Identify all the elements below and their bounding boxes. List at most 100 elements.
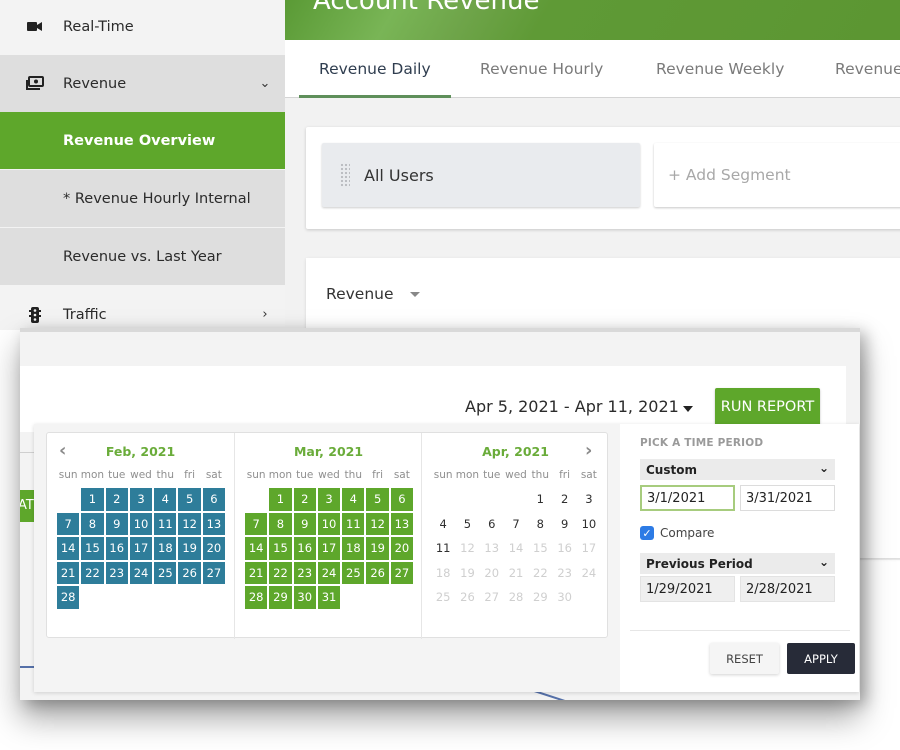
calendar-day[interactable]: 12 <box>177 511 202 536</box>
calendar-day[interactable]: 4 <box>431 512 455 537</box>
weekday-label: thu <box>344 469 362 481</box>
calendar-day[interactable]: 22 <box>80 560 105 585</box>
calendar-day[interactable]: 5 <box>365 487 390 512</box>
end-date-input[interactable]: 3/31/2021 <box>740 485 835 511</box>
calendar-day[interactable]: 17 <box>316 536 342 561</box>
segment-all-users[interactable]: All Users <box>322 143 640 207</box>
calendar-day[interactable]: 11 <box>153 511 178 536</box>
drag-handle-icon[interactable] <box>340 163 350 187</box>
calendar-day[interactable]: 2 <box>292 487 317 512</box>
calendar-day[interactable]: 3 <box>128 487 154 512</box>
calendar-day[interactable]: 4 <box>153 487 178 512</box>
calendar-day[interactable]: 6 <box>201 487 227 512</box>
calendar-day[interactable]: 19 <box>365 536 390 561</box>
start-date-input[interactable]: 3/1/2021 <box>640 485 735 511</box>
tab-revenue-weekly[interactable]: Revenue Weekly <box>656 40 784 98</box>
calendar-day[interactable]: 23 <box>104 560 129 585</box>
calendar-day[interactable]: 4 <box>341 487 366 512</box>
sidebar-item-real-time[interactable]: Real-Time <box>0 0 285 55</box>
calendar-day[interactable]: 9 <box>104 511 129 536</box>
calendar-day[interactable]: 5 <box>177 487 202 512</box>
calendar-day[interactable]: 1 <box>80 487 105 512</box>
calendar-day[interactable]: 19 <box>177 536 202 561</box>
calendar-day[interactable]: 8 <box>80 511 105 536</box>
calendar-day[interactable]: 26 <box>177 560 202 585</box>
caret-down-icon[interactable] <box>410 292 420 297</box>
calendar-day[interactable]: 1 <box>268 487 293 512</box>
calendar-day[interactable]: 31 <box>316 585 342 610</box>
tab-revenue-more[interactable]: Revenue <box>835 40 900 98</box>
calendar-day[interactable]: 22 <box>268 560 293 585</box>
calendar-day[interactable]: 28 <box>56 585 81 610</box>
partial-button[interactable]: AT <box>20 490 34 522</box>
compare-toggle[interactable]: ✓ Compare <box>640 526 714 540</box>
compare-start-input[interactable]: 1/29/2021 <box>640 576 735 602</box>
sidebar-item-revenue-vs-last-year[interactable]: Revenue vs. Last Year <box>0 228 285 285</box>
calendar-day[interactable]: 7 <box>244 511 269 536</box>
calendar-day[interactable]: 1 <box>528 487 552 512</box>
calendar-day[interactable]: 9 <box>292 511 317 536</box>
calendar-day[interactable]: 8 <box>528 512 552 537</box>
sidebar-item-revenue-hourly-internal[interactable]: * Revenue Hourly Internal <box>0 170 285 227</box>
calendar-day[interactable]: 3 <box>577 487 601 512</box>
sidebar-item-revenue[interactable]: Revenue ⌄ <box>0 55 285 112</box>
add-segment-button[interactable]: + Add Segment <box>654 143 900 207</box>
calendar-day[interactable]: 10 <box>128 511 154 536</box>
caret-down-icon[interactable] <box>683 406 693 412</box>
compare-end-input[interactable]: 2/28/2021 <box>740 576 835 602</box>
sidebar-item-revenue-overview[interactable]: Revenue Overview <box>0 112 285 169</box>
calendar-day[interactable]: 17 <box>128 536 154 561</box>
calendar-day[interactable]: 14 <box>244 536 269 561</box>
calendar-day[interactable]: 13 <box>201 511 227 536</box>
calendar-day[interactable]: 12 <box>365 511 390 536</box>
compare-period-select[interactable]: Previous Period ⌄ <box>640 553 835 574</box>
calendar-day[interactable]: 20 <box>201 536 227 561</box>
weekday-label: sun <box>433 469 453 481</box>
calendar-day[interactable]: 2 <box>104 487 129 512</box>
calendar-day[interactable]: 25 <box>153 560 178 585</box>
compare-checkbox[interactable]: ✓ <box>640 526 654 540</box>
calendar-day[interactable]: 7 <box>56 511 81 536</box>
reset-button[interactable]: RESET <box>710 643 779 674</box>
calendar-day[interactable]: 11 <box>431 536 455 561</box>
calendar-day[interactable]: 2 <box>552 487 576 512</box>
tab-revenue-hourly[interactable]: Revenue Hourly <box>480 40 603 98</box>
calendar-day[interactable]: 18 <box>341 536 366 561</box>
apply-button[interactable]: APPLY <box>787 643 855 674</box>
metric-select[interactable]: Revenue <box>326 285 394 303</box>
calendar-day[interactable]: 23 <box>292 560 317 585</box>
calendar-day[interactable]: 9 <box>552 512 576 537</box>
calendar-day[interactable]: 16 <box>292 536 317 561</box>
date-range-select[interactable]: Apr 5, 2021 - Apr 11, 2021 <box>465 397 679 416</box>
calendar-day[interactable]: 10 <box>316 511 342 536</box>
calendar-day[interactable]: 3 <box>316 487 342 512</box>
tab-revenue-daily[interactable]: Revenue Daily <box>299 40 451 98</box>
calendar-day[interactable]: 27 <box>201 560 227 585</box>
calendar-day[interactable]: 10 <box>577 512 601 537</box>
calendar-day[interactable]: 20 <box>389 536 415 561</box>
calendar-day[interactable]: 15 <box>80 536 105 561</box>
run-report-button[interactable]: RUN REPORT <box>715 388 820 426</box>
calendar-day[interactable]: 18 <box>153 536 178 561</box>
calendar-day[interactable]: 25 <box>341 560 366 585</box>
calendar-day[interactable]: 5 <box>455 512 479 537</box>
calendar-day[interactable]: 11 <box>341 511 366 536</box>
calendar-day[interactable]: 27 <box>389 560 415 585</box>
calendar-day[interactable]: 24 <box>128 560 154 585</box>
calendar-day[interactable]: 21 <box>244 560 269 585</box>
calendar-day[interactable]: 7 <box>504 512 528 537</box>
calendar-day[interactable]: 14 <box>56 536 81 561</box>
calendar-day[interactable]: 16 <box>104 536 129 561</box>
calendar-day[interactable]: 13 <box>389 511 415 536</box>
calendar-day[interactable]: 15 <box>268 536 293 561</box>
calendar-day[interactable]: 26 <box>365 560 390 585</box>
calendar-day[interactable]: 21 <box>56 560 81 585</box>
calendar-day[interactable]: 29 <box>268 585 293 610</box>
calendar-day[interactable]: 24 <box>316 560 342 585</box>
period-select[interactable]: Custom ⌄ <box>640 459 835 480</box>
calendar-day[interactable]: 6 <box>480 512 504 537</box>
calendar-day[interactable]: 28 <box>244 585 269 610</box>
calendar-day[interactable]: 30 <box>292 585 317 610</box>
calendar-day[interactable]: 6 <box>389 487 415 512</box>
calendar-day[interactable]: 8 <box>268 511 293 536</box>
